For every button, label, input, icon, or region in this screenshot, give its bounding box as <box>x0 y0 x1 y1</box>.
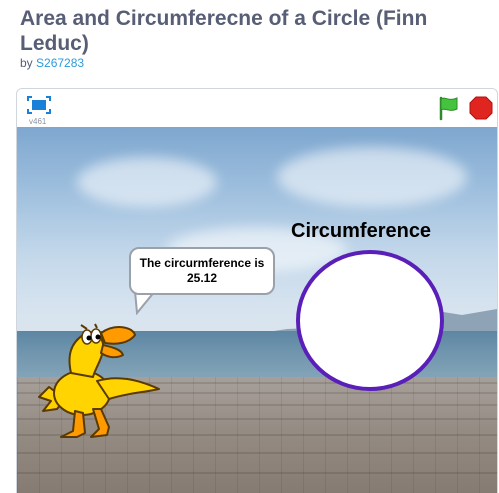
project-title: Area and Circumferecne of a Circle (Finn… <box>20 7 428 55</box>
green-flag-icon[interactable] <box>435 95 461 121</box>
player-controls: v461 <box>17 89 497 128</box>
version-label: v461 <box>29 117 47 126</box>
by-label: by <box>20 56 33 70</box>
circle-label: Circumference <box>291 220 432 242</box>
cloud <box>77 157 217 207</box>
speech-bubble: The circurmference is 25.12 <box>129 247 275 295</box>
stop-icon[interactable] <box>469 96 493 120</box>
project-player: v461 Circumference The circurmference is… <box>16 88 498 493</box>
cloud <box>277 147 467 207</box>
duck-sprite[interactable] <box>37 315 167 445</box>
author-link[interactable]: S267283 <box>36 56 84 70</box>
speech-text: The circurmference is 25.12 <box>139 256 265 285</box>
fullscreen-icon[interactable] <box>27 96 51 114</box>
circle-sprite[interactable] <box>296 250 444 391</box>
byline: by S267283 <box>20 56 84 70</box>
stage[interactable]: Circumference The circurmference is 25.1… <box>17 127 497 493</box>
